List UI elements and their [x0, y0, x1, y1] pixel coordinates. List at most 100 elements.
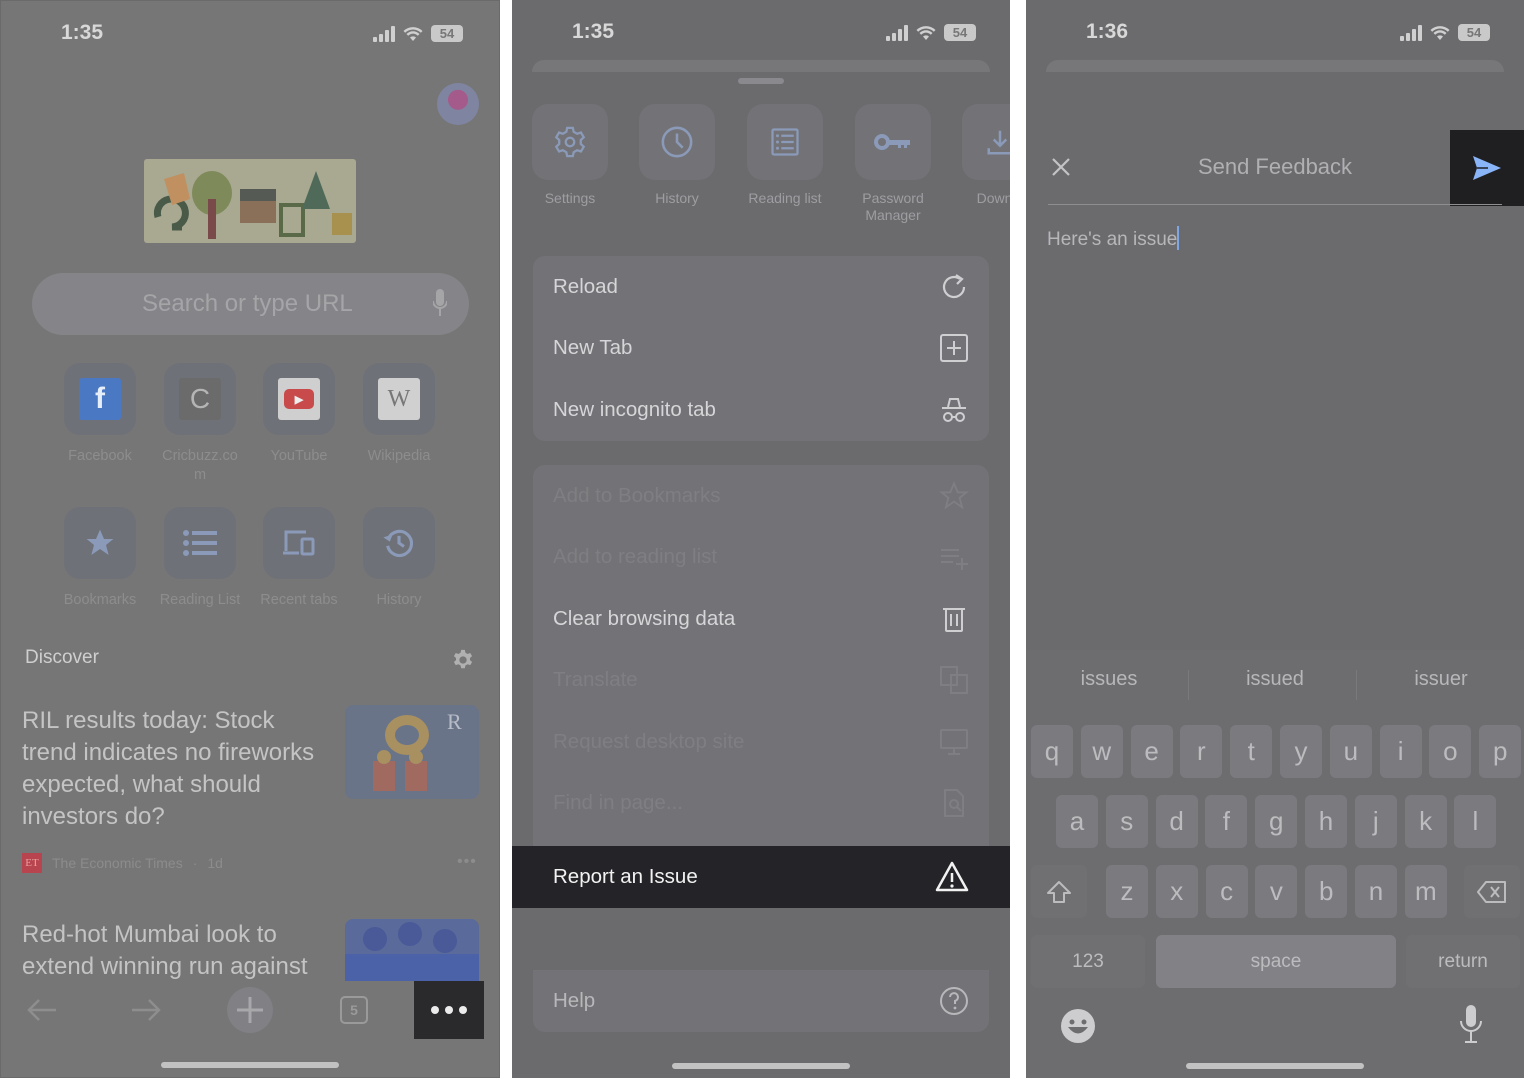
incognito-icon [942, 397, 966, 422]
suggestion-issues[interactable]: issues [1026, 668, 1192, 691]
news-card-thumbnail[interactable]: R [345, 705, 479, 799]
key-j[interactable]: j [1354, 795, 1397, 848]
emoji-icon[interactable] [1060, 1008, 1096, 1044]
key-u[interactable]: u [1329, 725, 1372, 778]
key-i[interactable]: i [1379, 725, 1422, 778]
suggestion-issuer[interactable]: issuer [1358, 668, 1524, 691]
quick-action-password-manager[interactable]: Password Manager [853, 104, 933, 224]
delete-key[interactable] [1464, 865, 1520, 918]
forward-button[interactable] [123, 981, 169, 1039]
quick-link-bookmarks[interactable]: Bookmarks [50, 507, 150, 610]
reload-icon [942, 273, 966, 298]
menu-item-help[interactable]: Help [533, 970, 989, 1032]
key-s[interactable]: s [1105, 795, 1148, 848]
chrome-menu-screen: 1:35 54 Settings History Reading list Pa… [512, 0, 1010, 1078]
quick-action-reading-list[interactable]: Reading list [745, 104, 825, 207]
wifi-icon [1430, 25, 1450, 40]
menu-group-page-actions: Add to Bookmarks Add to reading list Cle… [533, 465, 989, 896]
key-w[interactable]: w [1080, 725, 1123, 778]
key-k[interactable]: k [1404, 795, 1447, 848]
feedback-textarea[interactable]: Here's an issue [1047, 226, 1180, 251]
key-z[interactable]: z [1106, 865, 1148, 918]
translate-icon [940, 666, 968, 695]
dictation-microphone-icon[interactable] [1458, 1004, 1484, 1044]
menu-item-request-desktop-site[interactable]: Request desktop site [533, 711, 989, 773]
quick-action-settings[interactable]: Settings [530, 104, 610, 207]
menu-item-add-to-reading-list[interactable]: Add to reading list [533, 527, 989, 589]
key-n[interactable]: n [1355, 865, 1397, 918]
plus-icon [237, 997, 263, 1023]
key-q[interactable]: q [1031, 725, 1073, 778]
key-p[interactable]: p [1479, 725, 1522, 778]
menu-item-new-incognito-tab[interactable]: New incognito tab [533, 379, 989, 441]
discover-heading: Discover [25, 647, 99, 668]
suggestion-issued[interactable]: issued [1192, 668, 1358, 691]
google-doodle[interactable] [144, 159, 356, 243]
shortcut-cricbuzz[interactable]: C Cricbuzz.co m [150, 363, 250, 485]
bottom-toolbar: 5 [1, 981, 499, 1039]
news-card-title[interactable]: RIL results today: Stock trend indicates… [22, 705, 332, 833]
quick-link-reading-list[interactable]: Reading List [150, 507, 250, 610]
shift-key[interactable] [1031, 865, 1087, 918]
tab-switcher-button[interactable]: 5 [339, 981, 369, 1039]
menu-item-find-in-page[interactable]: Find in page... [533, 773, 989, 835]
shortcut-facebook[interactable]: f Facebook [50, 363, 150, 466]
key-c[interactable]: c [1205, 865, 1248, 918]
menu-item-new-tab[interactable]: New Tab [533, 318, 989, 380]
quick-action-history[interactable]: History [637, 104, 717, 207]
key-e[interactable]: e [1130, 725, 1173, 778]
key-y[interactable]: y [1280, 725, 1322, 778]
menu-item-reload[interactable]: Reload [533, 256, 989, 318]
more-dots-icon [431, 1006, 467, 1014]
star-icon [86, 529, 114, 555]
numbers-key[interactable]: 123 [1031, 935, 1145, 988]
help-icon [940, 986, 968, 1015]
profile-avatar[interactable] [437, 83, 479, 125]
key-f[interactable]: f [1205, 795, 1248, 848]
menu-item-add-to-bookmarks[interactable]: Add to Bookmarks [533, 465, 989, 527]
menu-item-translate[interactable]: Translate [533, 650, 989, 712]
status-bar: 1:35 54 [512, 0, 1010, 66]
find-in-page-icon [944, 789, 964, 818]
status-bar: 1:36 54 [1026, 0, 1524, 66]
news-more-options-icon[interactable]: ••• [457, 853, 477, 871]
omnibox-search[interactable]: Search or type URL [32, 273, 469, 335]
key-d[interactable]: d [1155, 795, 1198, 848]
key-b[interactable]: b [1305, 865, 1348, 918]
space-key[interactable]: space [1156, 935, 1396, 988]
download-icon [987, 130, 1010, 155]
shortcut-youtube[interactable]: ▶ YouTube [249, 363, 349, 466]
key-x[interactable]: x [1155, 865, 1198, 918]
back-button[interactable] [19, 981, 65, 1039]
new-tab-button[interactable] [226, 981, 274, 1039]
home-indicator [1186, 1063, 1364, 1069]
key-r[interactable]: r [1180, 725, 1223, 778]
key-v[interactable]: v [1255, 865, 1298, 918]
quick-action-downloads[interactable]: Downlo [960, 104, 1010, 207]
more-menu-button[interactable] [414, 981, 484, 1039]
return-key[interactable]: return [1406, 935, 1520, 988]
cellular-signal-icon [373, 25, 395, 42]
search-placeholder: Search or type URL [142, 290, 353, 317]
quick-link-recent-tabs[interactable]: Recent tabs [249, 507, 349, 610]
key-g[interactable]: g [1255, 795, 1298, 848]
key-l[interactable]: l [1454, 795, 1497, 848]
quick-link-history[interactable]: History [349, 507, 449, 610]
gear-icon[interactable] [452, 649, 474, 671]
sheet-grabber[interactable] [738, 78, 784, 84]
economic-times-logo: ET [22, 853, 42, 873]
header-divider [1048, 204, 1502, 205]
key-t[interactable]: t [1230, 725, 1273, 778]
key-o[interactable]: o [1429, 725, 1472, 778]
menu-item-clear-browsing-data[interactable]: Clear browsing data [533, 588, 989, 650]
shortcut-wikipedia[interactable]: W Wikipedia [349, 363, 449, 466]
key-h[interactable]: h [1305, 795, 1347, 848]
menu-item-report-an-issue[interactable]: Report an Issue [512, 846, 1010, 908]
news-card-thumbnail[interactable] [345, 919, 479, 981]
microphone-icon[interactable] [433, 289, 447, 317]
send-button[interactable] [1450, 130, 1524, 206]
key-a[interactable]: a [1056, 795, 1098, 848]
key-m[interactable]: m [1404, 865, 1447, 918]
cricbuzz-icon: C [179, 378, 221, 420]
news-card-title[interactable]: Red-hot Mumbai look to extend winning ru… [22, 919, 332, 983]
